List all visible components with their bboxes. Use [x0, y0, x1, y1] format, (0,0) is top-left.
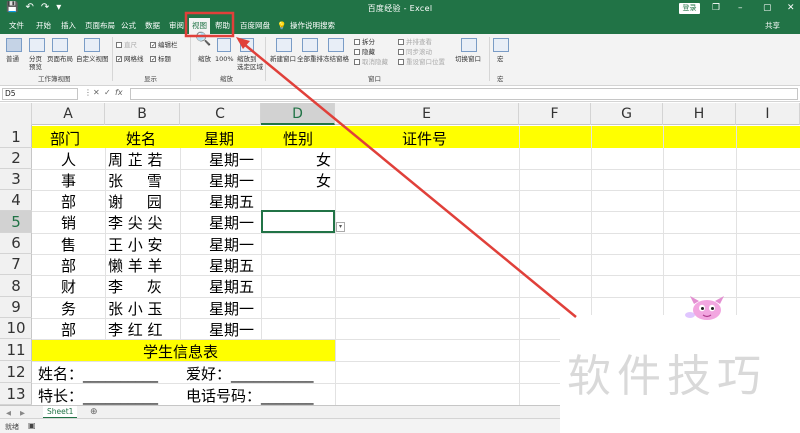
annotation-overlay [184, 11, 577, 318]
highlight-box-view-tab [184, 11, 235, 38]
arrow-shaft [238, 39, 577, 318]
